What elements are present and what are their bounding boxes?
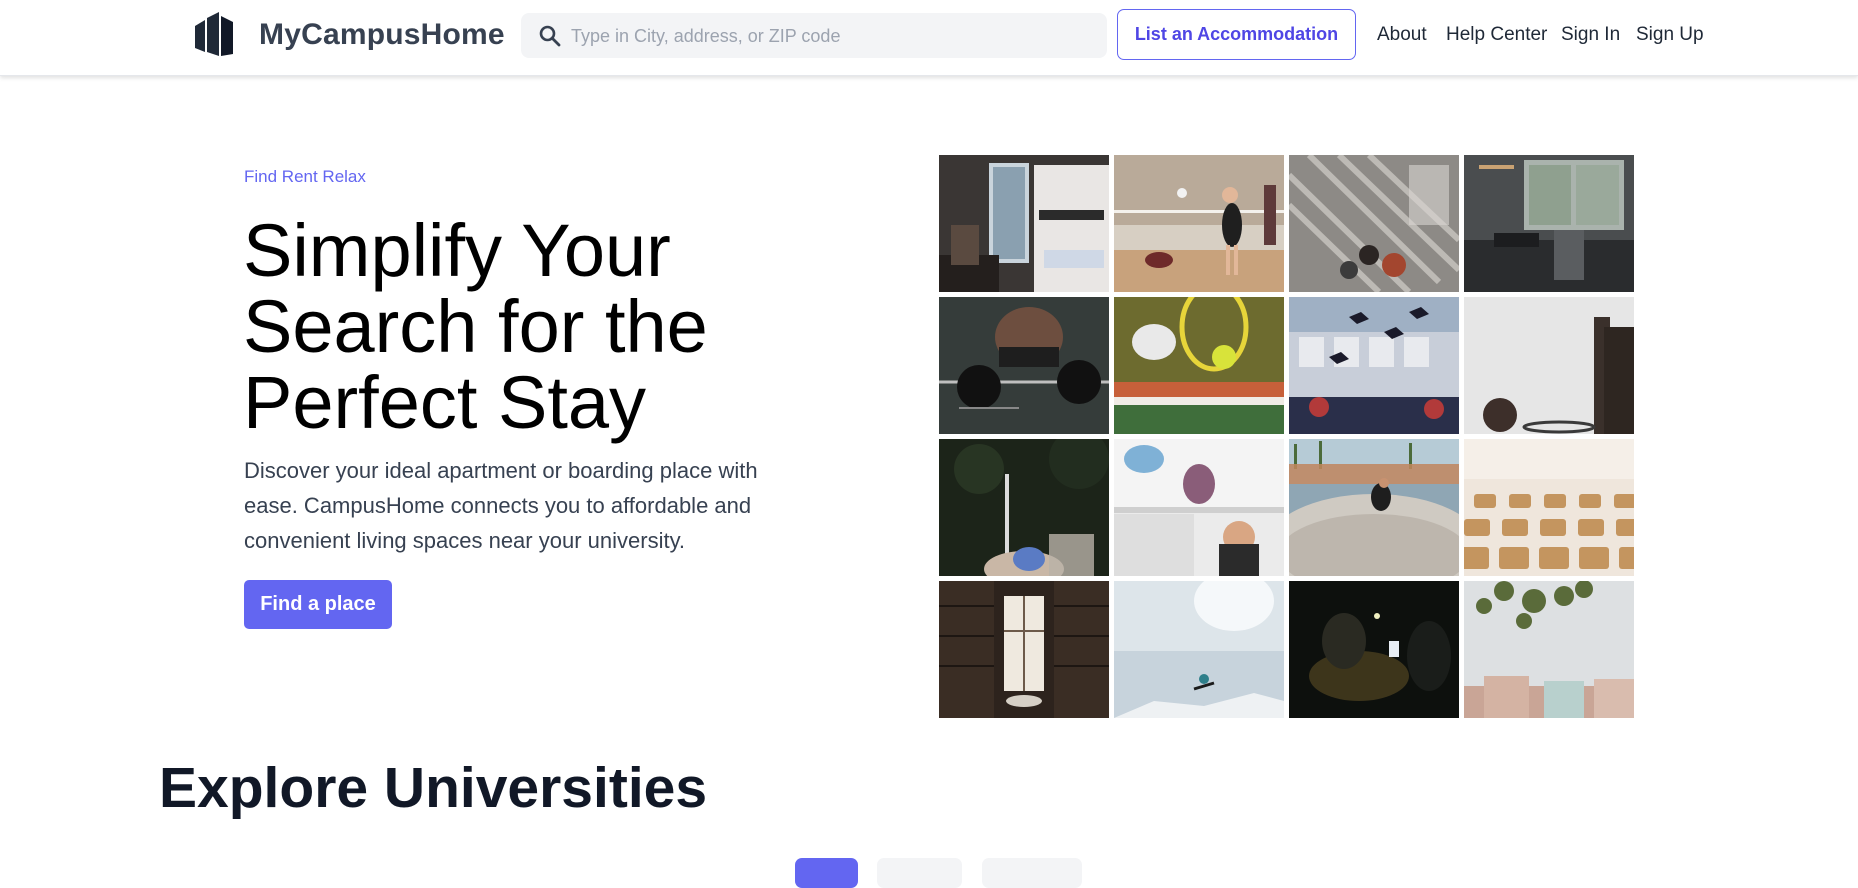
basketball-hoop-photo bbox=[1464, 297, 1634, 434]
tennis-ball-racket-photo bbox=[1114, 297, 1284, 434]
snowboard-jump-photo bbox=[1114, 581, 1284, 718]
search-bar[interactable] bbox=[521, 13, 1107, 60]
study-desk-window-photo bbox=[1464, 155, 1634, 292]
weightlifting-barbell-photo bbox=[939, 297, 1109, 434]
filter-tab-3[interactable] bbox=[982, 858, 1082, 888]
auditorium-seats-photo bbox=[1464, 439, 1634, 576]
night-phone-glow-photo bbox=[1289, 581, 1459, 718]
nav-sign-in-link[interactable]: Sign In bbox=[1561, 24, 1620, 46]
fencing-sport-photo bbox=[939, 439, 1109, 576]
top-navigation-bar: MyCampusHome List an Accommodation About… bbox=[0, 0, 1858, 76]
building-logo-icon[interactable] bbox=[193, 12, 235, 56]
find-a-place-button[interactable]: Find a place bbox=[244, 580, 392, 629]
nav-about-link[interactable]: About bbox=[1377, 24, 1427, 46]
filter-tab-2[interactable] bbox=[877, 858, 962, 888]
dorm-bunk-bed-photo bbox=[939, 155, 1109, 292]
skatepark-photo bbox=[1289, 439, 1459, 576]
filter-tab-1[interactable] bbox=[795, 858, 858, 888]
students-dorm-room-photo bbox=[1114, 439, 1284, 576]
graduation-caps-photo bbox=[1289, 297, 1459, 434]
photo-gallery bbox=[939, 155, 1636, 718]
campus-building-tree-photo bbox=[1464, 581, 1634, 718]
library-window-photo bbox=[939, 581, 1109, 718]
volleyball-game-photo bbox=[1114, 155, 1284, 292]
hero-description: Discover your ideal apartment or boardin… bbox=[244, 458, 758, 553]
hero-title: Simplify Your Search for the Perfect Sta… bbox=[243, 209, 708, 444]
nav-help-center-link[interactable]: Help Center bbox=[1446, 24, 1547, 46]
list-accommodation-button[interactable]: List an Accommodation bbox=[1117, 9, 1356, 60]
explore-universities-heading: Explore Universities bbox=[159, 756, 708, 820]
brand-name[interactable]: MyCampusHome bbox=[259, 18, 505, 52]
campus-stairs-photo bbox=[1289, 155, 1459, 292]
hero-tagline: Find Rent Relax bbox=[244, 167, 366, 186]
nav-sign-up-link[interactable]: Sign Up bbox=[1636, 24, 1704, 46]
search-icon bbox=[539, 25, 561, 47]
search-input[interactable] bbox=[569, 13, 1093, 60]
